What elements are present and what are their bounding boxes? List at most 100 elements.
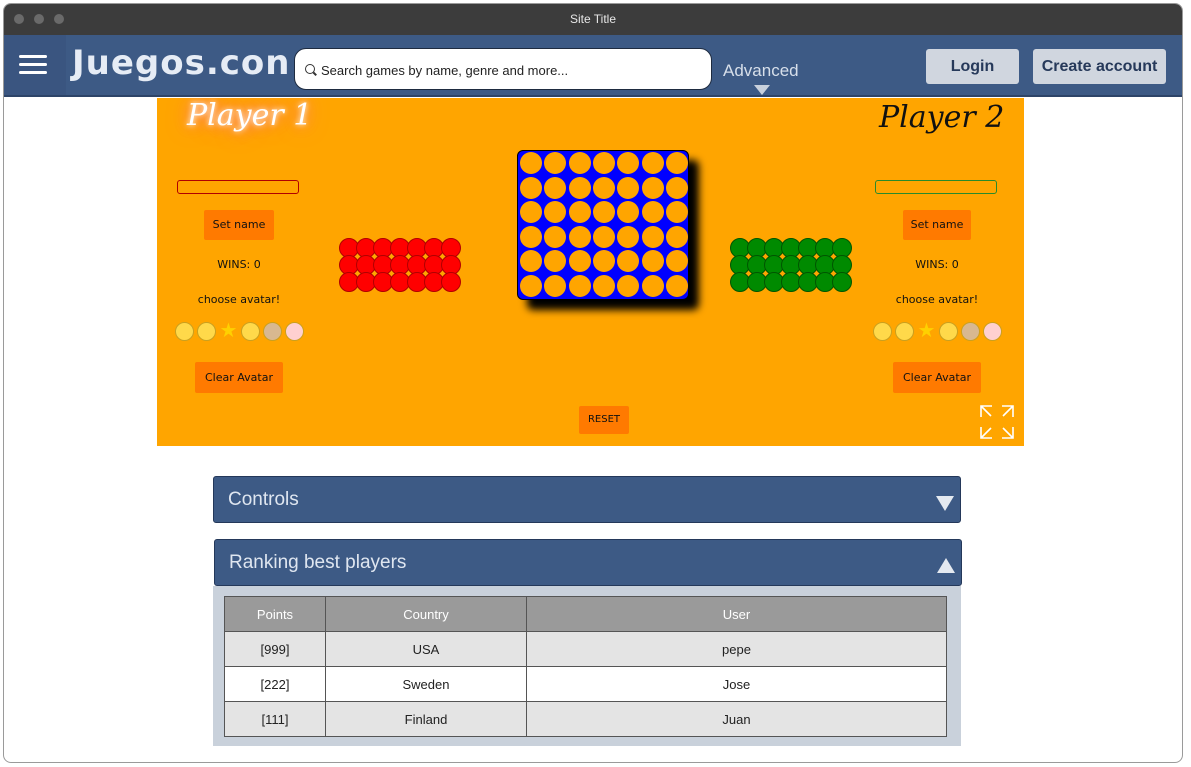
points-cell: [222] bbox=[224, 666, 326, 702]
zany-face-icon[interactable] bbox=[197, 322, 216, 341]
user-cell: Jose bbox=[526, 666, 947, 702]
player1-set-name-button[interactable]: Set name bbox=[204, 210, 274, 240]
board-cell[interactable] bbox=[568, 250, 591, 272]
player2-wins: WINS: 0 bbox=[915, 258, 959, 271]
player1-choose-avatar-label: choose avatar! bbox=[197, 293, 281, 306]
board-cell[interactable] bbox=[568, 152, 591, 174]
site-logo[interactable]: Juegos.con bbox=[72, 43, 290, 83]
ranking-accordion-header[interactable]: Ranking best players bbox=[214, 539, 962, 586]
login-button[interactable]: Login bbox=[926, 49, 1019, 84]
star-icon[interactable]: ★ bbox=[917, 321, 936, 341]
board-cell[interactable] bbox=[568, 225, 591, 248]
player1-chip[interactable] bbox=[441, 272, 461, 292]
country-cell: USA bbox=[325, 631, 527, 667]
ranking-label: Ranking best players bbox=[229, 552, 407, 573]
board-cell[interactable] bbox=[592, 274, 615, 297]
column-header-user: User bbox=[526, 596, 947, 632]
player2-set-name-button[interactable]: Set name bbox=[903, 210, 971, 240]
player2-name-input[interactable] bbox=[875, 180, 997, 194]
board-cell[interactable] bbox=[520, 250, 542, 272]
create-account-button[interactable]: Create account bbox=[1033, 49, 1166, 84]
column-header-country: Country bbox=[325, 596, 527, 632]
game-area: Player 1 Set name WINS: 0 choose avatar!… bbox=[157, 98, 1024, 446]
country-cell: Finland bbox=[325, 701, 527, 737]
board-cell[interactable] bbox=[665, 152, 688, 174]
board-cell[interactable] bbox=[665, 274, 688, 297]
board-cell[interactable] bbox=[568, 274, 591, 297]
fullscreen-icon[interactable] bbox=[979, 404, 1015, 440]
advanced-search-link[interactable]: Advanced bbox=[723, 61, 799, 81]
board-cell[interactable] bbox=[617, 176, 640, 199]
country-cell: Sweden bbox=[325, 666, 527, 702]
player1-clear-avatar-button[interactable]: Clear Avatar bbox=[195, 362, 283, 393]
board-cell[interactable] bbox=[592, 176, 615, 199]
table-header-row: Points Country User bbox=[224, 596, 947, 632]
controls-accordion-header[interactable]: Controls bbox=[213, 476, 961, 523]
board-cell[interactable] bbox=[568, 176, 591, 199]
board-cell[interactable] bbox=[641, 201, 664, 223]
thinking-face-icon[interactable] bbox=[241, 322, 260, 341]
hamburger-menu-icon[interactable] bbox=[4, 35, 66, 95]
board-cell[interactable] bbox=[641, 176, 664, 199]
board-cell[interactable] bbox=[617, 274, 640, 297]
search-box bbox=[294, 48, 712, 90]
board-cell[interactable] bbox=[520, 201, 542, 223]
board-cell[interactable] bbox=[665, 201, 688, 223]
board-cell[interactable] bbox=[665, 250, 688, 272]
player2-title: Player 2 bbox=[879, 100, 1005, 135]
board-cell[interactable] bbox=[665, 176, 688, 199]
board-cell[interactable] bbox=[665, 225, 688, 248]
board-cell[interactable] bbox=[520, 176, 542, 199]
board-cell[interactable] bbox=[592, 250, 615, 272]
browser-window: Site Title Juegos.con Advanced Login Cre… bbox=[3, 3, 1183, 763]
rolling-eyes-face-icon[interactable] bbox=[175, 322, 194, 341]
board-cell[interactable] bbox=[592, 225, 615, 248]
ranking-panel: Points Country User [999] USA pepe [222]… bbox=[213, 586, 961, 746]
game-board bbox=[517, 150, 689, 300]
player1-name-input[interactable] bbox=[177, 180, 299, 194]
navbar: Juegos.con Advanced Login Create account bbox=[4, 35, 1182, 97]
board-cell[interactable] bbox=[641, 250, 664, 272]
board-cell[interactable] bbox=[641, 225, 664, 248]
player2-avatar-list: ★ bbox=[873, 321, 1013, 344]
board-cell[interactable] bbox=[544, 152, 567, 174]
board-cell[interactable] bbox=[544, 201, 567, 223]
star-icon[interactable]: ★ bbox=[219, 321, 238, 341]
board-cell[interactable] bbox=[617, 201, 640, 223]
board-cell[interactable] bbox=[641, 152, 664, 174]
points-cell: [111] bbox=[224, 701, 326, 737]
worried-face-icon[interactable] bbox=[983, 322, 1002, 341]
collapse-arrow-icon[interactable] bbox=[937, 558, 955, 573]
board-cell[interactable] bbox=[592, 201, 615, 223]
player2-clear-avatar-button[interactable]: Clear Avatar bbox=[893, 362, 981, 393]
search-input[interactable] bbox=[319, 58, 703, 82]
board-cell[interactable] bbox=[568, 201, 591, 223]
board-cell[interactable] bbox=[520, 225, 542, 248]
board-cell[interactable] bbox=[520, 152, 542, 174]
board-cell[interactable] bbox=[544, 176, 567, 199]
user-cell: Juan bbox=[526, 701, 947, 737]
reset-button[interactable]: RESET bbox=[579, 406, 629, 434]
board-cell[interactable] bbox=[641, 274, 664, 297]
rolling-eyes-face-icon[interactable] bbox=[873, 322, 892, 341]
old-man-icon[interactable] bbox=[961, 322, 980, 341]
points-cell: [999] bbox=[224, 631, 326, 667]
player2-chip[interactable] bbox=[832, 272, 852, 292]
board-cell[interactable] bbox=[544, 225, 567, 248]
board-cell[interactable] bbox=[520, 274, 542, 297]
old-man-icon[interactable] bbox=[263, 322, 282, 341]
board-cell[interactable] bbox=[544, 250, 567, 272]
expand-arrow-icon[interactable] bbox=[936, 496, 954, 511]
thinking-face-icon[interactable] bbox=[939, 322, 958, 341]
board-cell[interactable] bbox=[592, 152, 615, 174]
board-cell[interactable] bbox=[617, 250, 640, 272]
board-cell[interactable] bbox=[617, 225, 640, 248]
zany-face-icon[interactable] bbox=[895, 322, 914, 341]
search-icon bbox=[305, 64, 315, 74]
column-header-points: Points bbox=[224, 596, 326, 632]
board-cell[interactable] bbox=[544, 274, 567, 297]
advanced-dropdown-arrow-icon[interactable] bbox=[754, 85, 770, 95]
board-cell[interactable] bbox=[617, 152, 640, 174]
worried-face-icon[interactable] bbox=[285, 322, 304, 341]
player1-title: Player 1 bbox=[187, 98, 313, 133]
